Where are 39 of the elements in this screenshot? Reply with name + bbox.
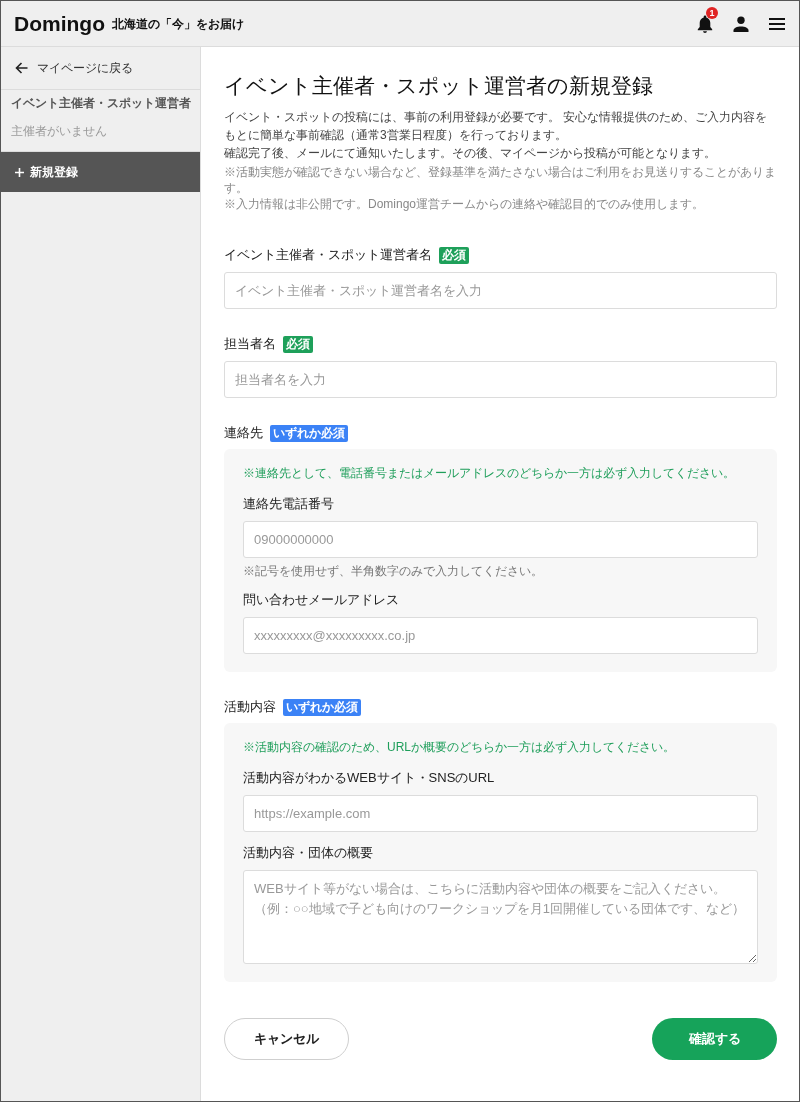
section-label: イベント主催者・スポット運営者 xyxy=(11,96,190,110)
field-label: 活動内容 xyxy=(224,698,276,716)
note-text: ※入力情報は非公開です。Domingo運営チームからの連絡や確認目的でのみ使用します。 xyxy=(224,196,706,212)
textarea-field[interactable]: WEBサイト等がない場合は、こちらに活動内容や団体の概要をご記入ください。（例：○○地域で子ども向けのワークショップを月1回開催している団体です、など） xyxy=(243,870,758,964)
input-field[interactable]: xxxxxxxxx@xxxxxxxxx.co.jp xyxy=(243,617,758,654)
intro-text: 確認完了後、メールにて通知いたします。その後、マイページから投稿が可能となります。 xyxy=(224,145,717,162)
page-title: イベント主催者・スポット運営者の新規登録 xyxy=(224,73,654,99)
field-label: イベント主催者・スポット運営者名 xyxy=(224,246,432,264)
cancel-button[interactable]: キャンセル xyxy=(224,1018,349,1060)
empty-message: 主催者がいません xyxy=(11,123,108,139)
input-field[interactable]: https://example.com xyxy=(243,795,758,832)
note-text: ※活動実態が確認できない場合など、登録基準を満たさない場合はご利用をお見送りすることがあります。 xyxy=(224,164,777,196)
user-icon[interactable] xyxy=(733,15,749,32)
back-link[interactable]: マイページに戻る xyxy=(1,47,200,90)
field-hint: ※記号を使用せず、半角数字のみで入力してください。 xyxy=(243,563,544,579)
field-label: 連絡先電話番号 xyxy=(243,495,334,513)
bell-icon[interactable] xyxy=(697,14,713,33)
input-field[interactable]: 09000000000 xyxy=(243,521,758,558)
intro-text: イベント・スポットの投稿には、事前の利用登録が必要です。 安心な情報提供のため、ご入力内容をもとに簡単な事前確認（通常3営業日程度）を行っております。 xyxy=(224,109,769,144)
field-label: 活動内容がわかるWEBサイト・SNSのURL xyxy=(243,769,495,787)
required-tag: 必須 xyxy=(283,335,313,353)
input-field[interactable]: イベント主催者・スポット運営者名を入力 xyxy=(224,272,777,309)
menu-icon[interactable] xyxy=(769,17,785,30)
field-label: 担当者名 xyxy=(224,335,276,353)
site-logo[interactable]: Domingo xyxy=(14,13,105,34)
sidebar-item[interactable]: 新規登録 xyxy=(1,152,200,192)
site-tagline: 北海道の「今」をお届け xyxy=(112,17,244,30)
group-note: ※連絡先として、電話番号またはメールアドレスのどちらか一方は必ず入力してください。 xyxy=(243,465,736,481)
plus-icon xyxy=(15,167,24,177)
group-note: ※活動内容の確認のため、URLか概要のどちらか一方は必ず入力してください。 xyxy=(243,739,676,755)
required-tag: 必須 xyxy=(439,246,469,264)
required-tag: いずれか必須 xyxy=(283,698,361,716)
required-tag: いずれか必須 xyxy=(270,424,348,442)
field-label: 問い合わせメールアドレス xyxy=(243,591,399,609)
field-label: 連絡先 xyxy=(224,424,263,442)
notification-badge: 1 xyxy=(706,6,718,19)
field-label: 活動内容・団体の概要 xyxy=(243,844,373,862)
input-field[interactable]: 担当者名を入力 xyxy=(224,361,777,398)
back-arrow-icon xyxy=(15,62,28,74)
